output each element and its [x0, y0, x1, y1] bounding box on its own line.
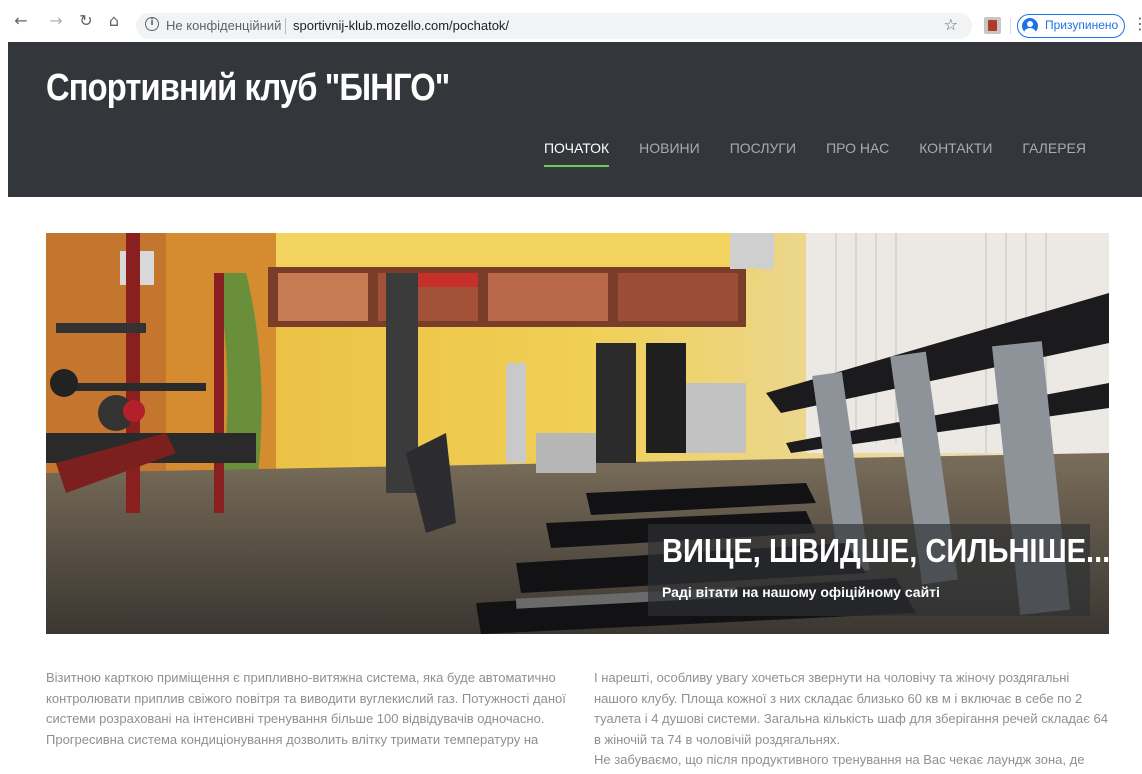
content-paragraph: Прогресивна система кондиціонування дозв…: [46, 731, 539, 747]
nav-item-pro-nas[interactable]: ПРО НАС: [826, 140, 889, 167]
site-title[interactable]: Спортивний клуб "БІНГО": [46, 67, 450, 110]
info-icon[interactable]: i: [145, 17, 159, 31]
profile-button[interactable]: Призупинено: [1017, 14, 1125, 38]
url-text[interactable]: sportivnij-klub.mozello.com/pochatok/: [293, 18, 509, 33]
bookmark-star-icon[interactable]: ☆: [944, 15, 958, 34]
content-column-right: І нарешті, особливу увагу хочеться зверн…: [594, 668, 1114, 771]
home-icon[interactable]: ⌂: [105, 12, 123, 30]
content-paragraph: Візитною карткою приміщення є припливно-…: [46, 670, 566, 726]
browser-toolbar: ← → ↻ ⌂ i Не конфіденційний sportivnij-k…: [0, 0, 1142, 42]
hero-banner: ВИЩЕ, ШВИДШЕ, СИЛЬНІШЕ... Раді вітати на…: [46, 233, 1109, 634]
toolbar-divider: [1010, 18, 1011, 34]
pdf-extension-icon[interactable]: [984, 17, 1001, 34]
reload-icon[interactable]: ↻: [77, 12, 95, 30]
nav-item-halereya[interactable]: ГАЛЕРЕЯ: [1022, 140, 1086, 167]
main-navigation: ПОЧАТОК НОВИНИ ПОСЛУГИ ПРО НАС КОНТАКТИ …: [543, 140, 1086, 167]
address-bar[interactable]: i Не конфіденційний sportivnij-klub.moze…: [136, 13, 972, 39]
content-paragraph: І нарешті, особливу увагу хочеться зверн…: [594, 670, 1108, 747]
nav-item-kontakty[interactable]: КОНТАКТИ: [919, 140, 992, 167]
more-menu-icon[interactable]: ⋮: [1132, 14, 1142, 34]
avatar-icon: [1022, 18, 1038, 34]
site-header: Спортивний клуб "БІНГО" ПОЧАТОК НОВИНИ П…: [8, 42, 1142, 197]
profile-status: Призупинено: [1045, 18, 1119, 32]
omnibox-divider: [285, 18, 286, 34]
nav-item-novyny[interactable]: НОВИНИ: [639, 140, 700, 167]
nav-item-pochatok[interactable]: ПОЧАТОК: [543, 140, 610, 167]
nav-item-posluhy[interactable]: ПОСЛУГИ: [730, 140, 796, 167]
hero-subtitle: Раді вітати на нашому офіційному сайті: [662, 584, 940, 600]
hero-caption: ВИЩЕ, ШВИДШЕ, СИЛЬНІШЕ... Раді вітати на…: [648, 524, 1109, 616]
back-icon[interactable]: ←: [12, 12, 30, 30]
content-paragraph: Не забуваємо, що після продуктивного тре…: [594, 752, 1085, 767]
security-status: Не конфіденційний: [166, 18, 282, 33]
hero-heading: ВИЩЕ, ШВИДШЕ, СИЛЬНІШЕ...: [662, 532, 1109, 569]
content-column-left: Візитною карткою приміщення є припливно-…: [46, 668, 566, 750]
forward-icon[interactable]: →: [47, 12, 65, 30]
